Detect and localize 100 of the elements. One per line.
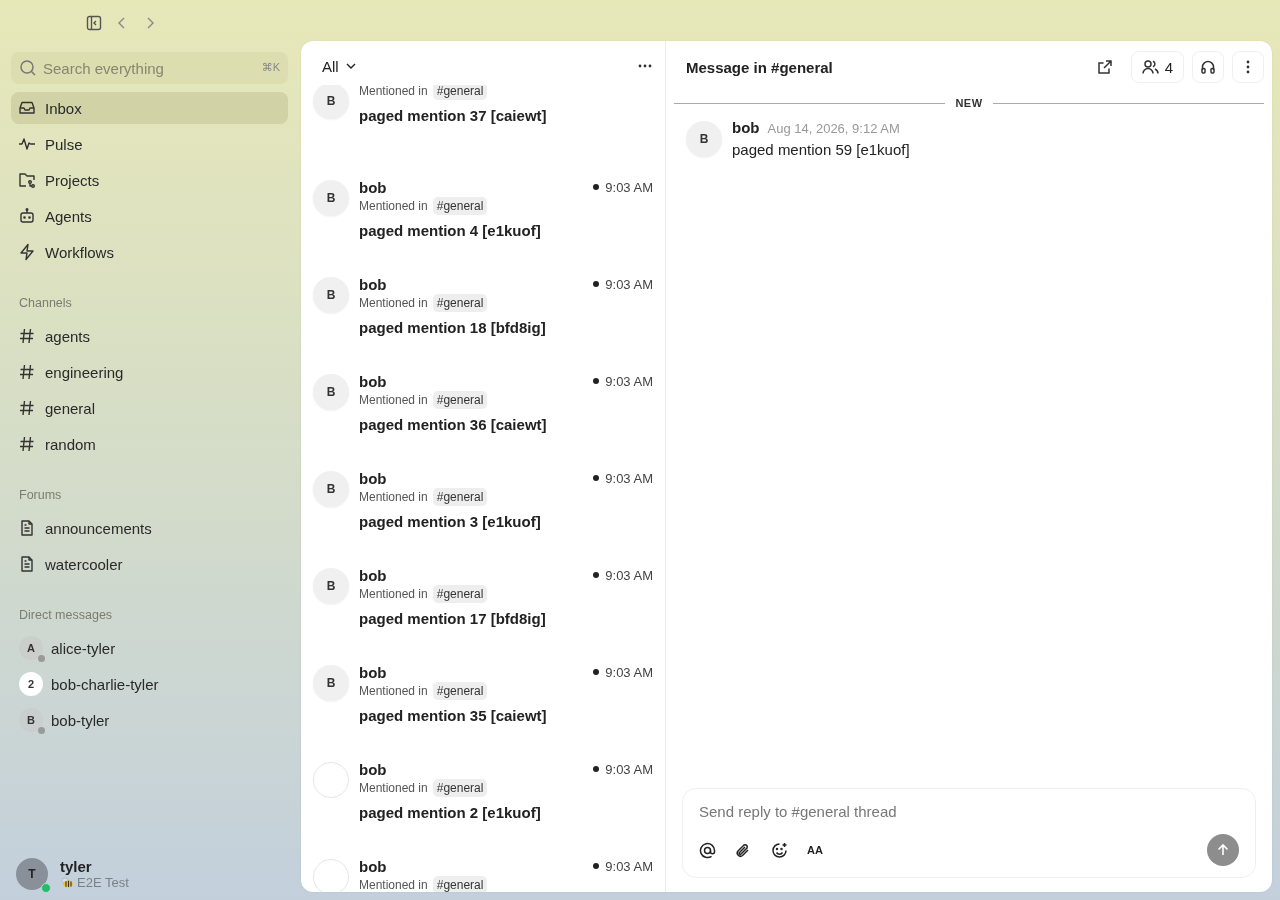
timestamp: 9:03 AM [605, 567, 653, 583]
author-name: bob [359, 566, 387, 584]
channel-tag: #general [432, 85, 488, 100]
new-divider-label: NEW [955, 97, 983, 109]
avatar: B [313, 471, 349, 507]
inbox-item[interactable]: B bob 9:03 AM Mentioned in #general paged mention 4 [e1kuof] [301, 166, 665, 263]
avatar: B [19, 708, 43, 732]
sidebar-item[interactable]: general [11, 392, 288, 424]
nav-item[interactable]: Inbox [11, 92, 288, 124]
inbox-item[interactable]: B bob 9:03 AM Mentioned in #general paged mention 18 [bfd8ig] [301, 263, 665, 360]
sidebar-item[interactable]: watercooler [11, 548, 288, 580]
emoji-icon[interactable] [771, 841, 788, 859]
user-avatar[interactable]: T [16, 858, 48, 890]
channel-tag: #general [432, 876, 488, 892]
more-icon[interactable] [638, 64, 652, 68]
sidebar-item[interactable]: announcements [11, 512, 288, 544]
attachment-icon[interactable] [735, 841, 752, 859]
avatar: B [313, 665, 349, 701]
avatar: B [313, 180, 349, 216]
author-name: bob [732, 119, 760, 136]
text-format-button[interactable]: AA [807, 844, 823, 856]
sidebar-item[interactable]: engineering [11, 356, 288, 388]
message-preview: paged mention 36 [caiewt] [359, 416, 548, 433]
message-preview: paged mention 37 [caiewt] [359, 107, 548, 124]
nav-item[interactable]: Agents [11, 200, 288, 232]
mention-icon[interactable] [699, 841, 716, 859]
send-button[interactable] [1207, 834, 1239, 866]
message-preview: paged mention 2 [e1kuof] [359, 804, 542, 821]
mention-label: Mentioned in [359, 781, 428, 795]
author-name: bob [359, 857, 387, 875]
more-icon [1246, 60, 1250, 74]
thread-title: Message in #general [686, 58, 834, 76]
channel-tag: #general [432, 488, 488, 506]
section-heading: Channels [18, 295, 73, 312]
message-preview: paged mention 17 [bfd8ig] [359, 610, 547, 627]
sidebar-item[interactable]: random [11, 428, 288, 460]
nav-item[interactable]: Workflows [11, 236, 288, 268]
timestamp: Aug 14, 2026, 9:12 AM [767, 121, 900, 136]
avatar: A [19, 636, 43, 660]
sidebar-item[interactable]: B bob-tyler [11, 704, 288, 736]
avatar: B [313, 277, 349, 313]
sidebar-item[interactable]: A alice-tyler [11, 632, 288, 664]
timestamp: 9:03 AM [605, 761, 653, 777]
inbox-item[interactable]: B Mentioned in #general paged mention 37 [caiewt] [301, 85, 665, 166]
inbox-item[interactable]: bob 9:03 AM Mentioned in #general paged mention 2 [e1kuof] [301, 748, 665, 845]
timestamp: 9:03 AM [605, 664, 653, 680]
channel-tag: #general [432, 779, 488, 797]
inbox-item[interactable]: B bob 9:03 AM Mentioned in #general paged mention 3 [e1kuof] [301, 457, 665, 554]
timestamp: 9:03 AM [605, 276, 653, 292]
author-name: bob [359, 178, 387, 196]
sidebar-item[interactable]: 2 bob-charlie-tyler [11, 668, 288, 700]
author-name: bob [359, 275, 387, 293]
search-icon [19, 59, 37, 77]
hash-icon [18, 363, 36, 381]
author-name: bob [359, 663, 387, 681]
document-icon [18, 555, 36, 573]
mention-label: Mentioned in [359, 296, 428, 310]
inbox-item[interactable]: B bob 9:03 AM Mentioned in #general paged mention 17 [bfd8ig] [301, 554, 665, 651]
timestamp: 9:03 AM [605, 470, 653, 486]
channel-tag: #general [432, 391, 488, 409]
huddle-button[interactable] [1192, 51, 1224, 83]
channel-tag: #general [432, 585, 488, 603]
hash-icon [18, 327, 36, 345]
mention-label: Mentioned in [359, 199, 428, 213]
people-icon [1141, 59, 1159, 75]
author-name: bob [359, 760, 387, 778]
open-external-icon[interactable] [1096, 59, 1113, 75]
nav-item[interactable]: Pulse [11, 128, 288, 160]
section-heading: Forums [18, 487, 63, 504]
message-preview: paged mention 3 [e1kuof] [359, 513, 542, 530]
timestamp: 9:03 AM [605, 179, 653, 195]
inbox-item[interactable]: B bob 9:03 AM Mentioned in #general paged mention 35 [caiewt] [301, 651, 665, 748]
author-name: bob [359, 469, 387, 487]
message-preview: paged mention 4 [e1kuof] [359, 222, 542, 239]
user-name: tyler [60, 858, 93, 875]
mention-label: Mentioned in [359, 490, 428, 504]
avatar: B [313, 568, 349, 604]
avatar: B [313, 85, 349, 119]
sidebar-item[interactable]: agents [11, 320, 288, 352]
members-button[interactable]: 4 [1130, 51, 1184, 83]
inbox-item[interactable]: bob 9:03 AM Mentioned in #general [301, 845, 665, 892]
filter-dropdown[interactable]: All [320, 56, 358, 76]
member-count-badge: 2 [19, 672, 43, 696]
shortcut-hint: ⌘K [261, 61, 280, 74]
document-icon [18, 519, 36, 537]
timestamp: 9:03 AM [605, 373, 653, 389]
bee-icon [60, 876, 74, 889]
headphones-icon [1200, 59, 1216, 75]
hash-icon [18, 435, 36, 453]
inbox-item[interactable]: B bob 9:03 AM Mentioned in #general paged mention 36 [caiewt] [301, 360, 665, 457]
channel-tag: #general [432, 682, 488, 700]
sidebar-toggle-icon[interactable] [86, 15, 102, 31]
hash-icon [18, 399, 36, 417]
lightning-icon [18, 243, 36, 261]
avatar: B [686, 121, 722, 157]
caret-icon [345, 63, 356, 69]
avatar: B [313, 374, 349, 410]
avatar [313, 762, 349, 798]
nav-item[interactable]: Projects [11, 164, 288, 196]
channel-tag: #general [432, 197, 488, 215]
